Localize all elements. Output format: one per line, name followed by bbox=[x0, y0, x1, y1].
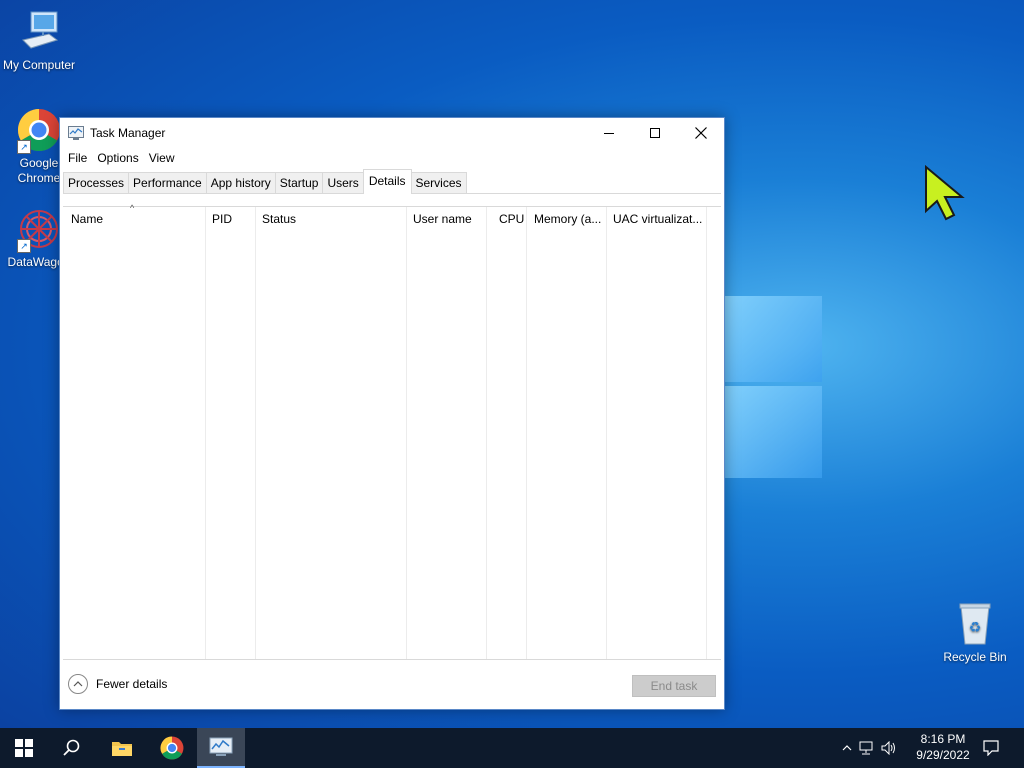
taskbar: 8:16 PM 9/29/2022 bbox=[0, 728, 1024, 768]
notification-icon bbox=[983, 740, 999, 756]
header-status[interactable]: Status bbox=[262, 207, 402, 231]
volume-control[interactable] bbox=[878, 741, 900, 755]
fewer-details-label: Fewer details bbox=[96, 677, 168, 691]
tab-app-history[interactable]: App history bbox=[205, 172, 276, 194]
column-pid bbox=[206, 207, 256, 659]
svg-text:♻: ♻ bbox=[969, 620, 982, 636]
header-name[interactable]: Name bbox=[71, 207, 201, 231]
minimize-button[interactable] bbox=[586, 118, 632, 148]
tab-strip: Processes Performance App history Startu… bbox=[63, 169, 467, 194]
task-manager-window: Task Manager File Options View Processes… bbox=[59, 117, 725, 710]
maximize-button[interactable] bbox=[632, 118, 678, 148]
close-icon bbox=[695, 127, 707, 139]
menu-bar: File Options View bbox=[60, 148, 724, 168]
column-memory bbox=[527, 207, 607, 659]
header-user-name[interactable]: User name bbox=[413, 207, 485, 231]
minimize-icon bbox=[604, 133, 614, 134]
chrome-icon bbox=[160, 736, 184, 760]
shortcut-arrow-icon: ↗ bbox=[17, 239, 31, 253]
window-title: Task Manager bbox=[90, 126, 166, 140]
file-explorer-button[interactable] bbox=[98, 728, 146, 768]
header-pid[interactable]: PID bbox=[212, 207, 254, 231]
desktop-icon-label: Recycle Bin bbox=[943, 650, 1007, 664]
title-bar[interactable]: Task Manager bbox=[60, 118, 724, 148]
task-manager-icon bbox=[209, 737, 233, 756]
recycle-bin-icon: ♻ bbox=[953, 602, 997, 646]
action-center-button[interactable] bbox=[968, 728, 1014, 768]
datawagon-icon: ↗ bbox=[17, 207, 61, 253]
start-icon bbox=[15, 739, 33, 757]
system-tray bbox=[838, 728, 900, 768]
desktop-icon-recycle-bin[interactable]: ♻ Recycle Bin bbox=[936, 602, 1014, 665]
chrome-icon: ↗ bbox=[17, 108, 61, 154]
header-uac-virtualization[interactable]: UAC virtualizat... bbox=[613, 207, 707, 231]
task-manager-taskbar-button[interactable] bbox=[197, 728, 245, 768]
tab-services[interactable]: Services bbox=[410, 172, 467, 194]
task-manager-app-icon bbox=[68, 126, 84, 140]
header-cpu[interactable]: CPU bbox=[499, 207, 527, 231]
column-user-name bbox=[407, 207, 487, 659]
search-icon bbox=[63, 739, 80, 756]
tab-performance[interactable]: Performance bbox=[128, 172, 207, 194]
tab-startup[interactable]: Startup bbox=[274, 172, 324, 194]
header-memory[interactable]: Memory (a... bbox=[534, 207, 606, 231]
column-status bbox=[256, 207, 407, 659]
tab-details[interactable]: Details bbox=[362, 169, 412, 194]
column-uac bbox=[607, 207, 707, 659]
tab-processes[interactable]: Processes bbox=[63, 172, 130, 194]
chrome-taskbar-button[interactable] bbox=[148, 728, 196, 768]
shortcut-arrow-icon: ↗ bbox=[17, 140, 31, 154]
desktop-icon-label: My Computer bbox=[2, 58, 76, 72]
volume-icon bbox=[881, 741, 895, 755]
menu-view[interactable]: View bbox=[145, 151, 179, 165]
column-name bbox=[63, 207, 206, 659]
desktop-icon-my-computer[interactable]: My Computer bbox=[0, 10, 78, 73]
computer-icon bbox=[17, 10, 61, 54]
start-button[interactable] bbox=[0, 728, 48, 768]
details-table: ^ Name PID Status User name CPU Memory (… bbox=[63, 203, 721, 660]
tab-users[interactable]: Users bbox=[322, 172, 364, 194]
footer: Fewer details End task bbox=[60, 662, 724, 709]
chevron-up-icon bbox=[842, 745, 852, 751]
menu-options[interactable]: Options bbox=[93, 151, 142, 165]
maximize-icon bbox=[650, 128, 660, 138]
network-icon bbox=[859, 741, 873, 755]
show-hidden-icons-button[interactable] bbox=[838, 745, 856, 751]
column-cpu bbox=[487, 207, 527, 659]
mouse-cursor-icon bbox=[925, 165, 965, 221]
menu-file[interactable]: File bbox=[64, 151, 91, 165]
file-explorer-icon bbox=[112, 742, 132, 756]
desktop-windows-logo bbox=[724, 288, 824, 478]
end-task-button[interactable]: End task bbox=[632, 675, 716, 697]
search-button[interactable] bbox=[48, 728, 96, 768]
fewer-details-button[interactable]: Fewer details bbox=[68, 674, 167, 694]
network-status[interactable] bbox=[856, 741, 878, 755]
close-button[interactable] bbox=[678, 118, 724, 148]
chevron-up-icon bbox=[68, 674, 88, 694]
